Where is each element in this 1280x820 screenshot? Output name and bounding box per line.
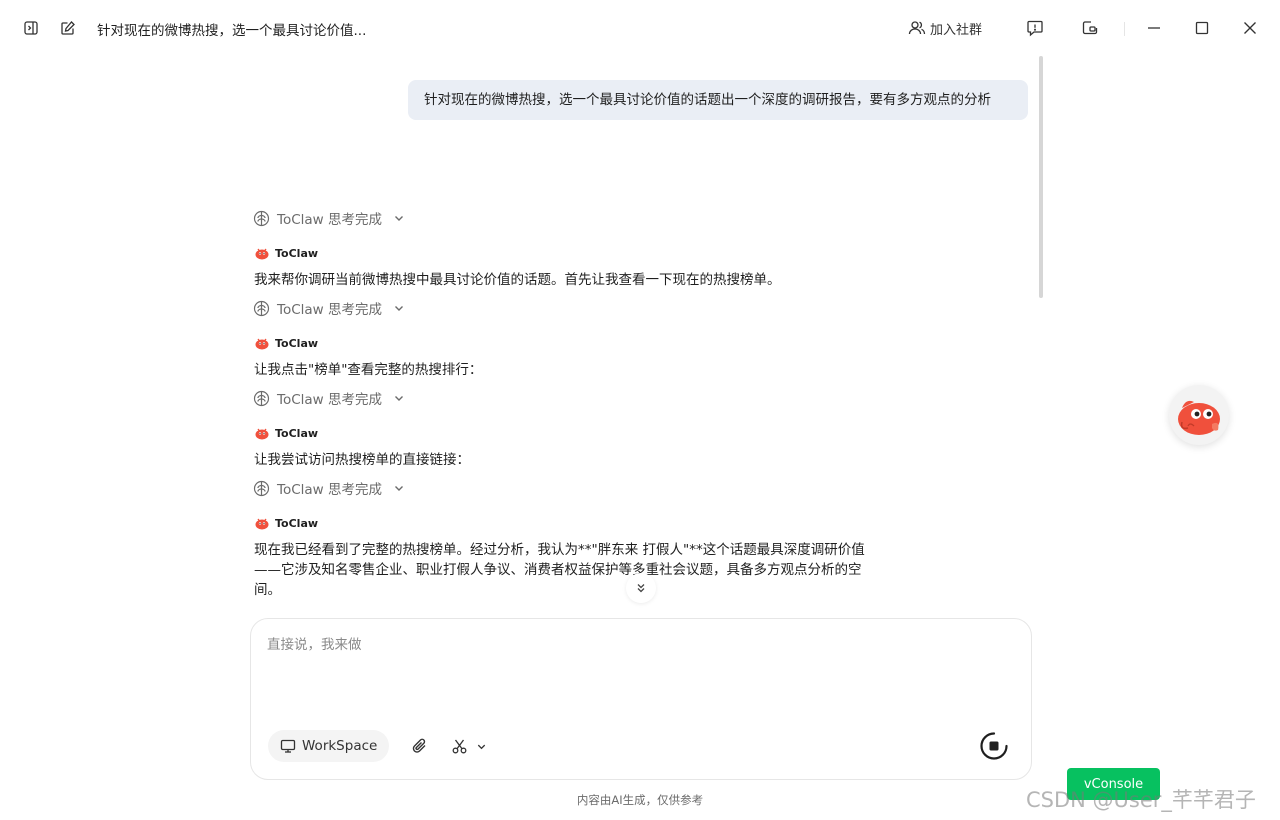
sidebar-toggle-icon[interactable] <box>19 16 43 40</box>
message-composer: WorkSpace <box>250 618 1032 780</box>
chevron-down-icon <box>395 396 403 401</box>
workspace-label: WorkSpace <box>302 738 378 754</box>
assistant-message: 现在我已经看到了完整的热搜榜单。经过分析，我认为**"胖东来 打假人"**这个话… <box>254 542 865 598</box>
paperclip-icon <box>412 738 426 753</box>
toclaw-avatar-icon <box>255 428 269 440</box>
assistant-header: ToClaw <box>254 244 318 262</box>
thinking-status-label: ToClaw 思考完成 <box>277 212 382 228</box>
thinking-status-toggle[interactable]: ToClaw 思考完成 <box>253 298 405 318</box>
monitor-icon <box>280 739 296 753</box>
stop-generation-button[interactable] <box>979 731 1009 761</box>
brain-icon <box>253 210 270 226</box>
tools-menu-button[interactable] <box>451 735 487 757</box>
double-chevron-down-icon <box>637 584 645 593</box>
join-community-label: 加入社群 <box>930 22 983 38</box>
assistant-name: ToClaw <box>275 336 319 350</box>
toclaw-avatar-icon <box>255 248 269 260</box>
assistant-name: ToClaw <box>275 426 319 440</box>
feedback-icon[interactable] <box>1023 16 1047 40</box>
lobster-mascot-icon <box>1178 400 1220 435</box>
thinking-status-label: ToClaw 思考完成 <box>277 482 382 498</box>
close-button[interactable] <box>1238 16 1262 40</box>
stop-icon <box>980 732 1008 760</box>
thinking-status-toggle[interactable]: ToClaw 思考完成 <box>253 388 405 408</box>
chat-scrollbar[interactable] <box>1039 56 1043 298</box>
workspace-button[interactable]: WorkSpace <box>268 730 390 762</box>
maximize-button[interactable] <box>1190 16 1214 40</box>
assistant-message: 让我尝试访问热搜榜单的直接链接： <box>254 452 470 468</box>
users-icon <box>908 21 926 35</box>
brain-icon <box>253 480 270 496</box>
titlebar-divider <box>1124 22 1125 36</box>
minimize-button[interactable] <box>1142 16 1166 40</box>
thinking-status-toggle[interactable]: ToClaw 思考完成 <box>253 208 405 228</box>
join-community-button[interactable]: 加入社群 <box>908 16 982 40</box>
assistant-header: ToClaw <box>254 334 318 352</box>
mini-window-icon[interactable] <box>1078 16 1102 40</box>
assistant-message: 我来帮你调研当前微博热搜中最具讨论价值的话题。首先让我查看一下现在的热搜榜单。 <box>254 272 781 288</box>
user-message-bubble: 针对现在的微博热搜，选一个最具讨论价值的话题出一个深度的调研报告，要有多方观点的… <box>408 80 1028 120</box>
assistant-name: ToClaw <box>275 516 319 530</box>
assistant-name: ToClaw <box>275 246 319 260</box>
chevron-down-icon <box>477 744 486 749</box>
thinking-status-label: ToClaw 思考完成 <box>277 392 382 408</box>
window-title: 针对现在的微博热搜，选一个最具讨论价值... <box>97 23 367 39</box>
thinking-status-label: ToClaw 思考完成 <box>277 302 382 318</box>
toclaw-avatar-icon <box>255 338 269 350</box>
thinking-status-toggle[interactable]: ToClaw 思考完成 <box>253 478 405 498</box>
assistant-message: 让我点击"榜单"查看完整的热搜排行： <box>254 362 483 378</box>
assistant-header: ToClaw <box>254 514 318 532</box>
attach-file-button[interactable] <box>409 735 431 757</box>
title-bar: 针对现在的微博热搜，选一个最具讨论价值... 加入社群 <box>0 0 1280 56</box>
message-input[interactable] <box>267 637 967 653</box>
chevron-down-icon <box>395 306 403 311</box>
toclaw-avatar-icon <box>255 518 269 530</box>
scroll-to-bottom-button[interactable] <box>626 573 656 603</box>
scissors-icon <box>452 739 467 753</box>
chevron-down-icon <box>395 486 403 491</box>
mascot-assistant-button[interactable] <box>1169 385 1229 445</box>
new-chat-icon[interactable] <box>56 16 80 40</box>
brain-icon <box>253 300 270 316</box>
chevron-down-icon <box>395 216 403 221</box>
csdn-watermark: CSDN @User_芊芊君子 <box>1026 788 1256 812</box>
assistant-header: ToClaw <box>254 424 318 442</box>
brain-icon <box>253 390 270 406</box>
